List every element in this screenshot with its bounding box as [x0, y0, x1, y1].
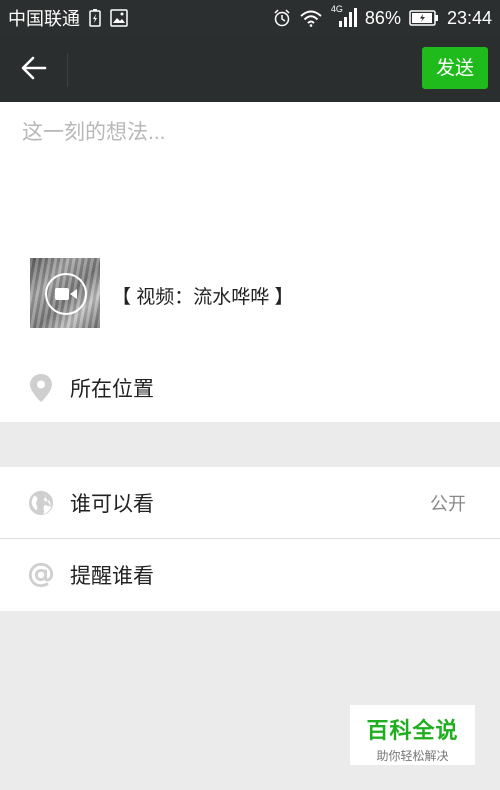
video-camera-icon	[45, 273, 87, 315]
watermark-subtitle: 助你轻松解决	[376, 749, 449, 763]
alarm-clock-icon	[273, 9, 291, 27]
battery-charging-icon	[88, 9, 102, 27]
video-title: 【 视频：流水哗哗 】	[112, 287, 294, 308]
visibility-label: 谁可以看	[70, 492, 154, 516]
visibility-row[interactable]: 谁可以看 公开	[0, 467, 500, 539]
battery-percent: 86%	[364, 7, 401, 28]
network-type-label: 4G	[330, 4, 343, 14]
compose-panel: 【 视频：流水哗哗 】 所在位置	[0, 102, 500, 422]
mention-row[interactable]: 提醒谁看	[0, 539, 500, 611]
back-button[interactable]	[14, 50, 54, 90]
post-text-input[interactable]	[22, 116, 478, 236]
watermark-title: 百科全说	[366, 718, 459, 743]
carrier-label: 中国联通	[8, 9, 80, 29]
title-bar: 发送	[0, 36, 500, 102]
location-label: 所在位置	[70, 378, 154, 401]
video-thumbnail[interactable]	[30, 258, 100, 328]
location-pin-icon	[28, 373, 54, 403]
clock-time: 23:44	[446, 7, 492, 28]
mention-label: 提醒谁看	[70, 565, 154, 588]
at-sign-icon	[28, 560, 54, 590]
image-icon	[110, 9, 128, 27]
battery-icon	[409, 10, 439, 26]
watermark-logo: 百科全说 助你轻松解决	[350, 705, 475, 765]
wifi-icon	[299, 9, 323, 27]
location-row[interactable]: 所在位置	[0, 354, 500, 422]
status-bar: 中国联通 4G 86% 23:44	[0, 0, 500, 36]
arrow-left-icon	[21, 56, 47, 85]
signal-4g-icon: 4G	[331, 4, 357, 28]
globe-icon	[28, 488, 54, 518]
status-bar-right: 4G 86% 23:44	[273, 4, 492, 29]
status-bar-left: 中国联通	[8, 5, 128, 31]
send-button[interactable]: 发送	[422, 47, 488, 89]
visibility-value: 公开	[430, 493, 466, 514]
options-panel: 谁可以看 公开 提醒谁看	[0, 467, 500, 611]
title-divider	[67, 53, 68, 87]
